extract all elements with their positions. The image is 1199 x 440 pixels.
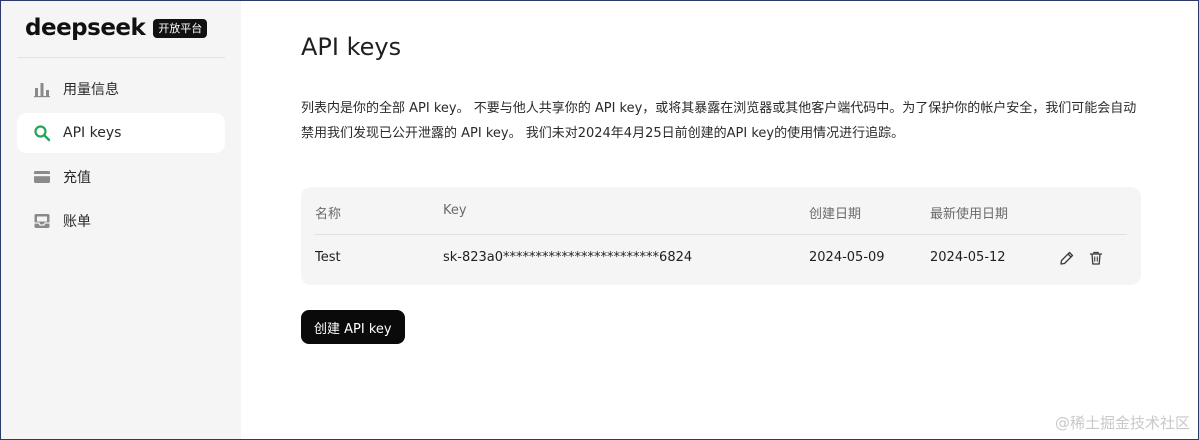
sidebar-item-usage[interactable]: 用量信息: [17, 69, 225, 109]
inbox-icon: [33, 212, 51, 230]
sidebar-item-billing[interactable]: 账单: [17, 201, 225, 241]
edit-key-button[interactable]: [1058, 249, 1076, 267]
page-title: API keys: [301, 33, 402, 61]
main-content: API keys 列表内是你的全部 API key。 不要与他人共享你的 API…: [241, 1, 1198, 439]
search-icon: [33, 124, 51, 142]
key-created-date: 2024-05-09: [809, 250, 885, 265]
column-header-created: 创建日期: [809, 207, 862, 222]
sidebar-item-label: 充值: [63, 170, 91, 186]
sidebar-item-api-keys[interactable]: API keys: [17, 113, 225, 153]
delete-key-button[interactable]: [1087, 249, 1105, 267]
create-api-key-button[interactable]: 创建 API key: [301, 310, 405, 344]
deepseek-logo: deepseek: [25, 15, 146, 41]
key-last-used-date: 2024-05-12: [930, 250, 1006, 265]
sidebar-item-label: 用量信息: [63, 82, 119, 98]
trash-icon: [1089, 251, 1103, 265]
key-value: sk-823a0************************6824: [443, 250, 693, 265]
sidebar: deepseek 开放平台 用量信息 API keys 充值 账单: [1, 1, 241, 439]
card-icon: [33, 168, 51, 186]
api-keys-table: 名称 Key 创建日期 最新使用日期 Test sk-823a0********…: [301, 187, 1141, 285]
sidebar-item-label: API keys: [63, 125, 122, 141]
sidebar-nav: 用量信息 API keys 充值 账单: [17, 69, 225, 245]
brand[interactable]: deepseek 开放平台: [25, 13, 208, 43]
sidebar-divider: [17, 57, 225, 58]
sidebar-item-recharge[interactable]: 充值: [17, 157, 225, 197]
column-header-name: 名称: [315, 207, 342, 222]
column-header-last-used: 最新使用日期: [930, 207, 1009, 222]
sidebar-item-label: 账单: [63, 214, 91, 230]
page-description: 列表内是你的全部 API key。 不要与他人共享你的 API key，或将其暴…: [301, 101, 1137, 141]
edit-icon: [1060, 251, 1074, 265]
key-name: Test: [315, 250, 341, 265]
table-header: 名称 Key 创建日期 最新使用日期: [301, 187, 1141, 234]
watermark: @稀土掘金技术社区: [1054, 414, 1190, 432]
platform-badge: 开放平台: [153, 18, 208, 38]
app-window: deepseek 开放平台 用量信息 API keys 充值 账单 API ke…: [0, 0, 1199, 440]
bar-chart-icon: [33, 80, 51, 98]
table-row: Test sk-823a0************************682…: [301, 235, 1141, 283]
column-header-key: Key: [443, 203, 467, 218]
